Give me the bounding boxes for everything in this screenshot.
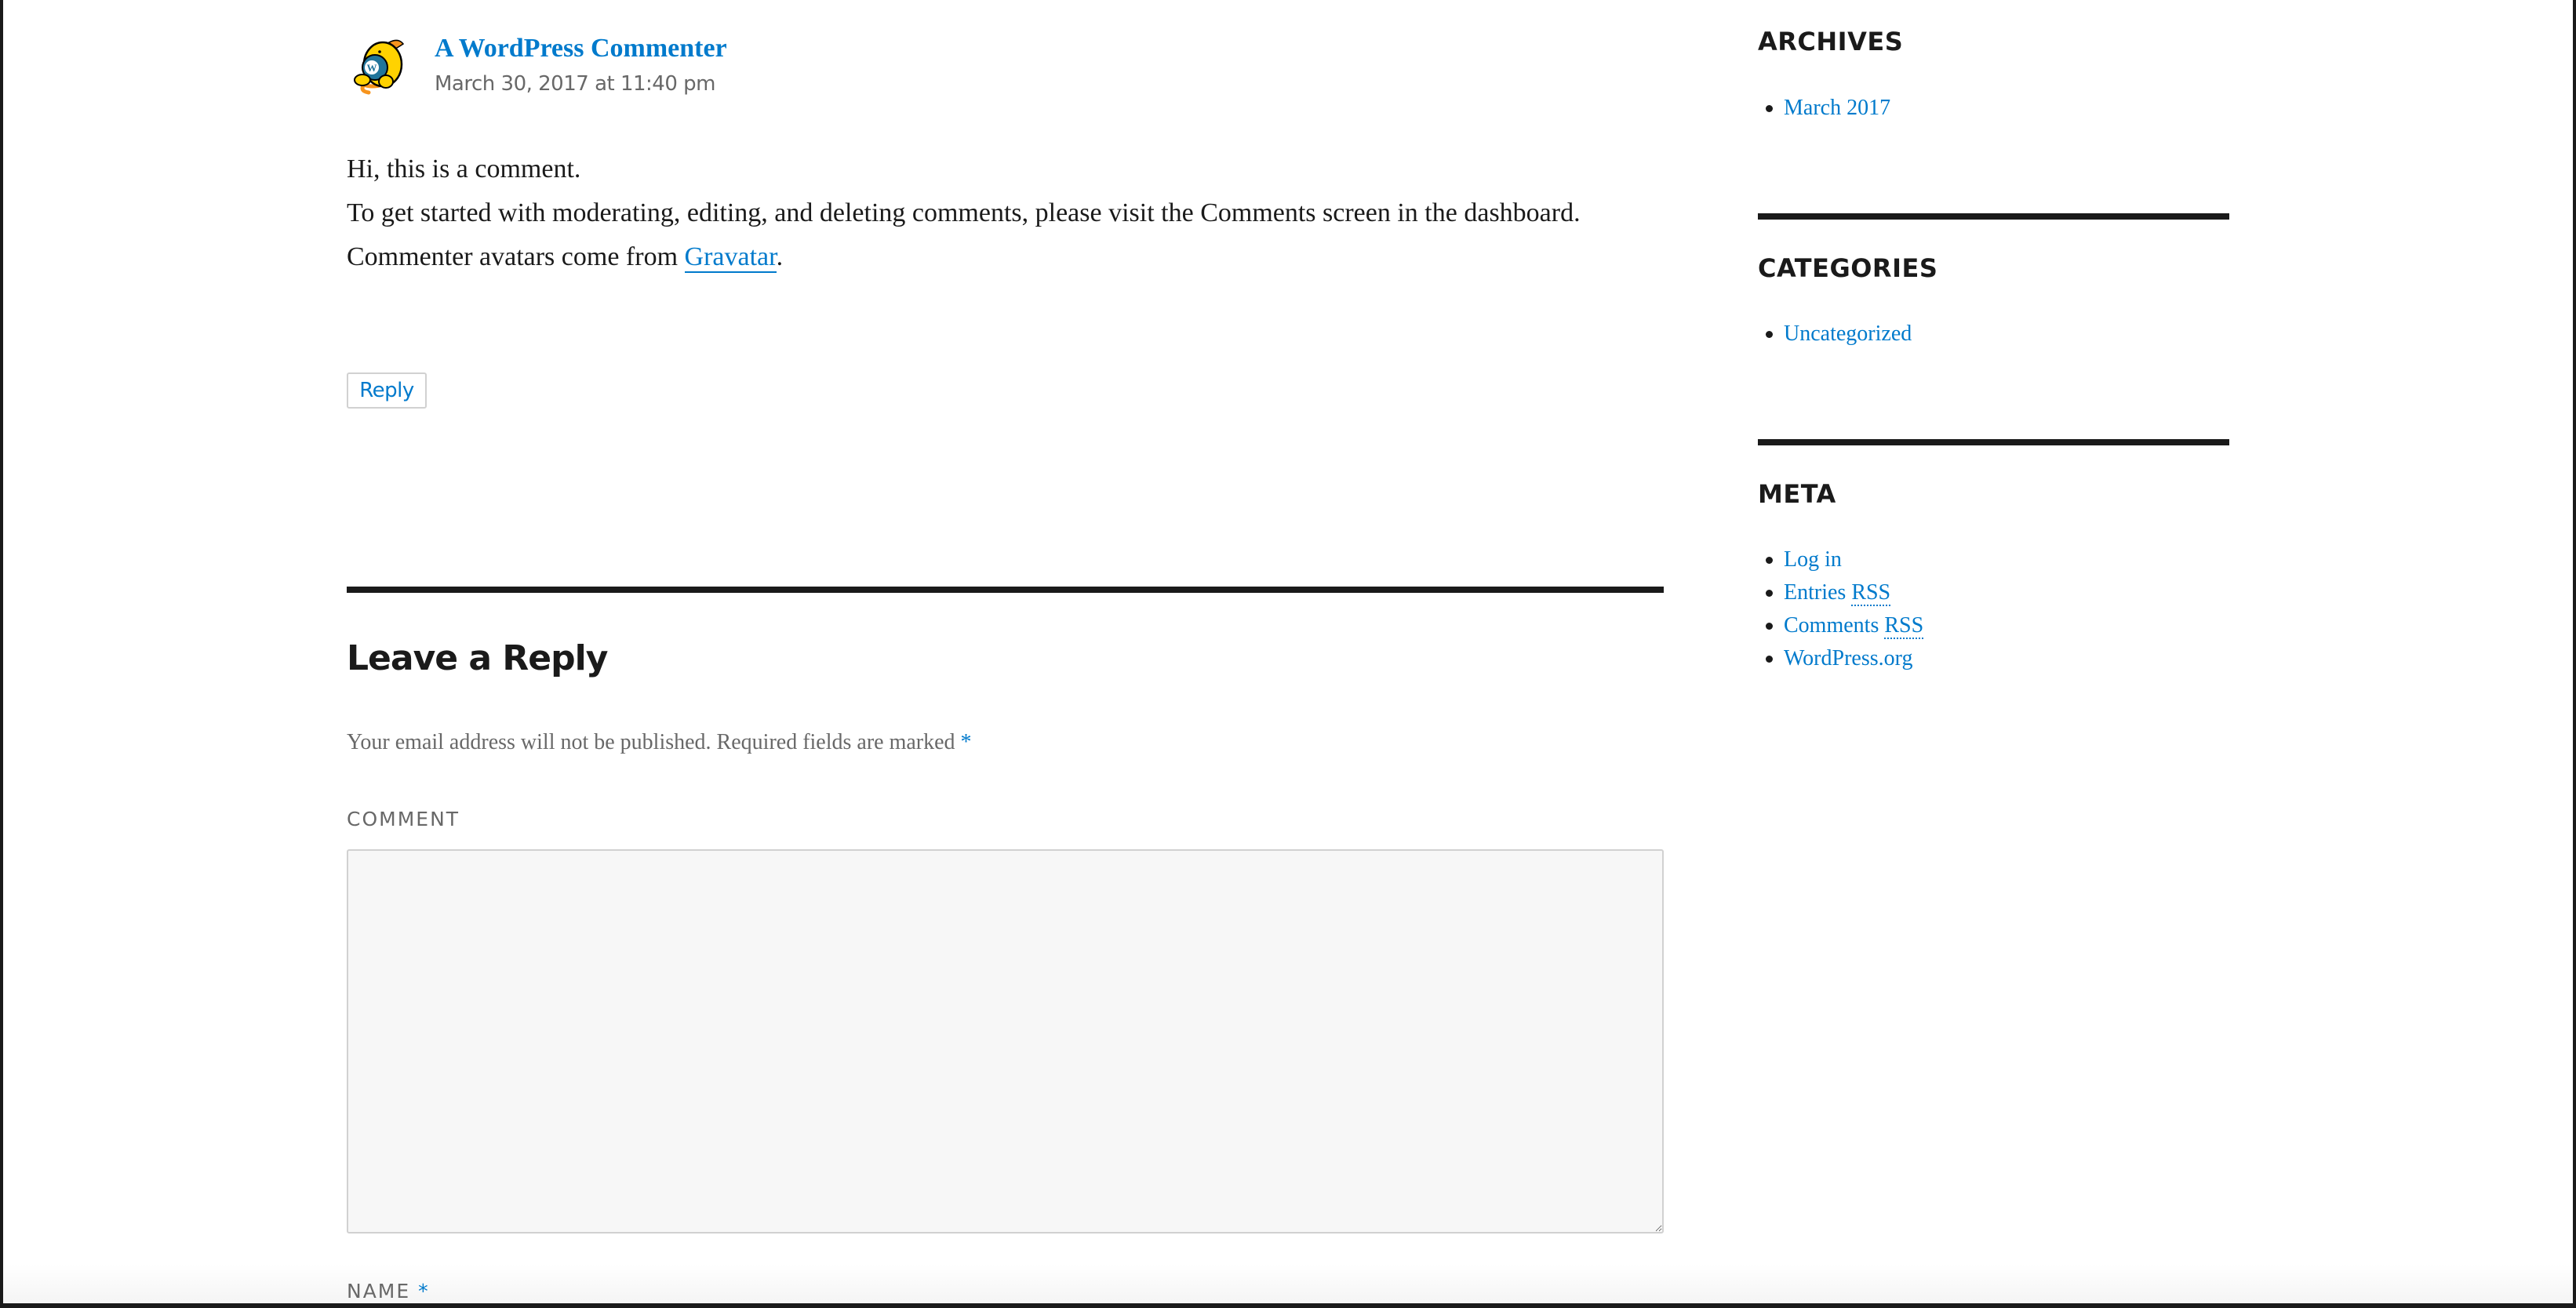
wordpress-org-text: WordPress.org bbox=[1784, 646, 1913, 670]
comments-rss-link[interactable]: Comments RSS bbox=[1784, 613, 1924, 639]
section-separator bbox=[347, 587, 1664, 593]
leave-reply-heading: Leave a Reply bbox=[347, 638, 608, 678]
svg-text:W: W bbox=[367, 62, 377, 74]
archive-link-march-2017[interactable]: March 2017 bbox=[1784, 96, 1890, 120]
window-border-right bbox=[2573, 0, 2576, 1308]
gravatar-link[interactable]: Gravatar bbox=[684, 242, 777, 273]
window-border-left bbox=[0, 0, 3, 1308]
categories-widget-title: CATEGORIES bbox=[1758, 253, 1938, 283]
category-link-uncategorized[interactable]: Uncategorized bbox=[1784, 322, 1912, 346]
rss-abbr: RSS bbox=[1851, 580, 1891, 606]
meta-widget-title: META bbox=[1758, 479, 1836, 509]
comment-date-link[interactable]: March 30, 2017 at 11:40 pm bbox=[435, 71, 715, 97]
wordpress-org-link[interactable]: WordPress.org bbox=[1784, 646, 1912, 670]
notes-text: Your email address will not be published… bbox=[347, 730, 961, 754]
comment-paragraph: To get started with moderating, editing,… bbox=[347, 198, 1581, 227]
comment-meta: W A WordPress Commenter March 30, 2017 a… bbox=[347, 31, 1664, 102]
widget-separator bbox=[1758, 439, 2229, 445]
entries-rss-text: Entries bbox=[1784, 580, 1852, 605]
comment-notes: Your email address will not be published… bbox=[347, 726, 972, 759]
comment-text: Commenter avatars come from bbox=[347, 242, 685, 271]
name-label-text: Name bbox=[347, 1280, 411, 1303]
meta-item: Entries RSS bbox=[1758, 576, 1923, 609]
login-link[interactable]: Log in bbox=[1784, 547, 1842, 572]
categories-item: Uncategorized bbox=[1758, 318, 1912, 351]
rss-abbr: RSS bbox=[1884, 613, 1924, 639]
comment-label: Comment bbox=[347, 808, 460, 830]
comments-rss-text: Comments bbox=[1784, 613, 1885, 638]
reply-button[interactable]: Reply bbox=[347, 372, 427, 409]
comment-author-link[interactable]: A WordPress Commenter bbox=[435, 31, 727, 66]
required-marker: * bbox=[960, 730, 972, 754]
meta-item: Comments RSS bbox=[1758, 609, 1924, 642]
archives-list: March 2017 bbox=[1758, 92, 1890, 125]
meta-item: WordPress.org bbox=[1758, 642, 1923, 675]
archives-item: March 2017 bbox=[1758, 92, 1890, 125]
archives-widget-title: ARCHIVES bbox=[1758, 27, 1904, 56]
name-label: Name * bbox=[347, 1278, 430, 1305]
meta-list: Log in Entries RSS Comments RSS WordPres… bbox=[1758, 543, 1924, 675]
comment-textarea[interactable] bbox=[347, 849, 1664, 1234]
required-marker: * bbox=[418, 1280, 430, 1303]
comment-text: . bbox=[776, 242, 784, 271]
comment-body: Hi, this is a comment. To get started wi… bbox=[347, 147, 1664, 279]
comment-paragraph: Hi, this is a comment. bbox=[347, 154, 581, 183]
widget-separator bbox=[1758, 213, 2229, 220]
wapuu-avatar-icon: W bbox=[351, 36, 408, 99]
comment-paragraph: Commenter avatars come from Gravatar. bbox=[347, 235, 1664, 279]
categories-list: Uncategorized bbox=[1758, 318, 1912, 351]
login-link-text: Log in bbox=[1784, 547, 1842, 572]
entries-rss-link[interactable]: Entries RSS bbox=[1784, 580, 1891, 606]
meta-item: Log in bbox=[1758, 543, 1923, 576]
